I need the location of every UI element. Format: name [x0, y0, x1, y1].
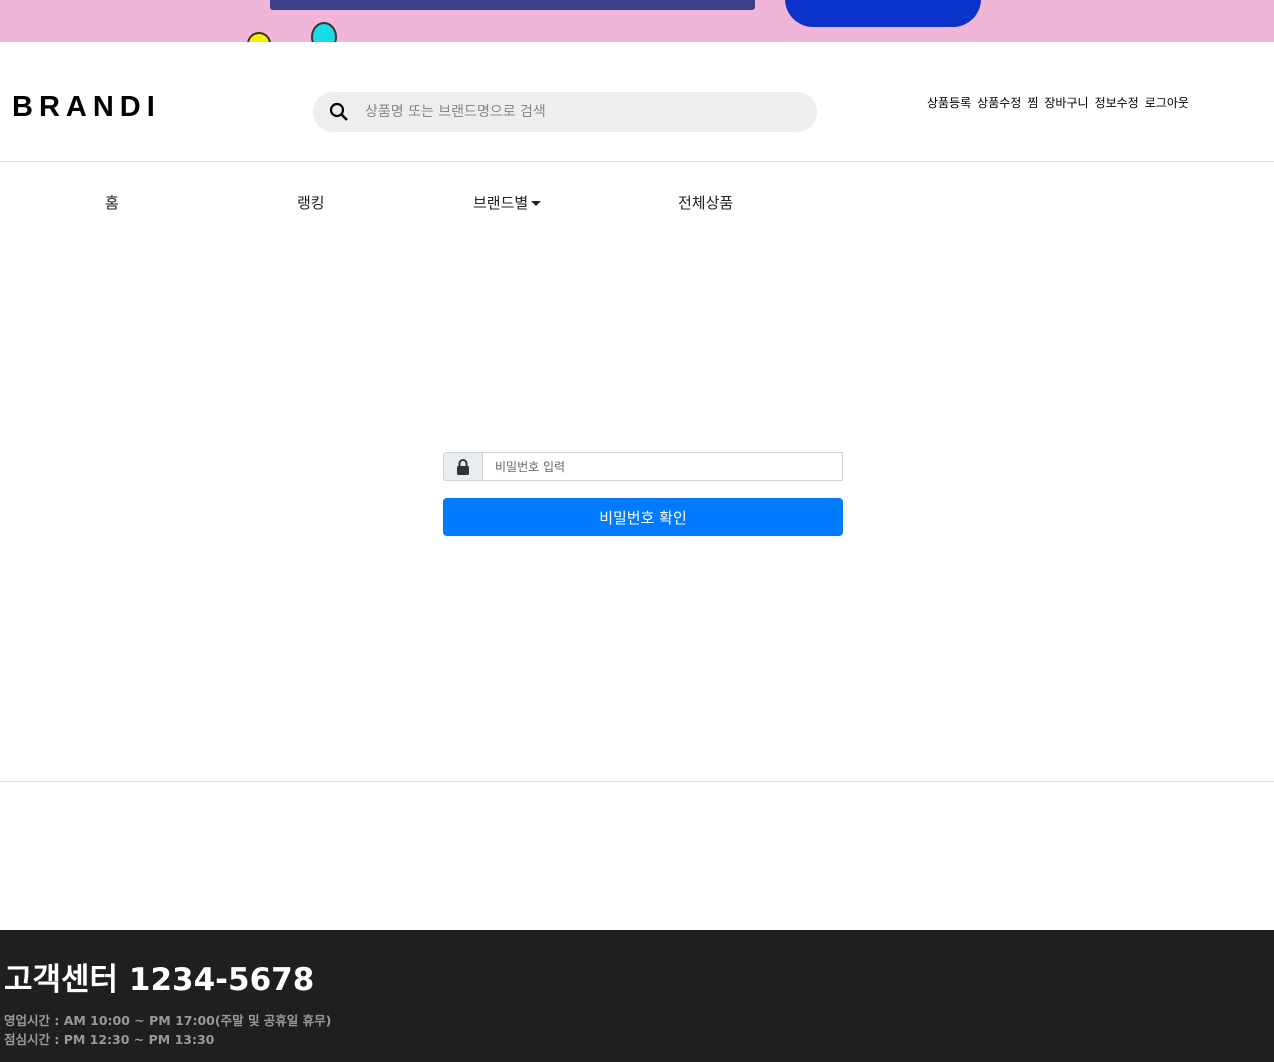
search-input[interactable]: [365, 104, 785, 120]
menu-edit-product[interactable]: 상품수정: [977, 94, 1021, 111]
nav-home[interactable]: 홈: [105, 192, 119, 213]
menu-register-product[interactable]: 상품등록: [927, 94, 971, 111]
search-icon[interactable]: [329, 102, 349, 122]
nav-brands[interactable]: 브랜드별: [473, 192, 542, 213]
footer: 고객센터 1234-5678 영업시간 : AM 10:00 ~ PM 17:0…: [0, 930, 1274, 1062]
promo-banner[interactable]: [0, 0, 1274, 42]
customer-center: 고객센터 1234-5678: [4, 962, 315, 998]
password-input[interactable]: [483, 452, 843, 481]
banner-headline: [270, 0, 755, 10]
logo[interactable]: BRANDI: [12, 91, 161, 124]
menu-edit-info[interactable]: 정보수정: [1095, 94, 1139, 111]
header: BRANDI 상품등록 상품수정 찜 장바구니 정보수정 로그아웃: [0, 42, 1274, 162]
menu-logout[interactable]: 로그아웃: [1145, 94, 1189, 111]
confirm-password-button[interactable]: 비밀번호 확인: [443, 498, 843, 536]
caret-down-icon: [531, 201, 542, 206]
user-menu: 상품등록 상품수정 찜 장바구니 정보수정 로그아웃: [927, 94, 1189, 111]
menu-cart[interactable]: 장바구니: [1044, 94, 1088, 111]
menu-wishlist[interactable]: 찜: [1027, 94, 1038, 111]
banner-button[interactable]: [785, 0, 981, 27]
business-hours: 영업시간 : AM 10:00 ~ PM 17:00(주말 및 공휴일 휴무): [4, 1013, 332, 1028]
nav-ranking[interactable]: 랭킹: [297, 192, 325, 213]
nav-all-products[interactable]: 전체상품: [678, 192, 733, 213]
smiley-icon: [311, 22, 337, 42]
nav-brands-label: 브랜드별: [473, 194, 529, 212]
smiley-icon: [247, 32, 271, 42]
divider: [0, 781, 1274, 782]
lunch-hours: 점심시간 : PM 12:30 ~ PM 13:30: [4, 1032, 215, 1047]
search-bar[interactable]: [313, 92, 817, 132]
lock-icon: [443, 452, 483, 481]
password-field-group: [443, 452, 843, 481]
